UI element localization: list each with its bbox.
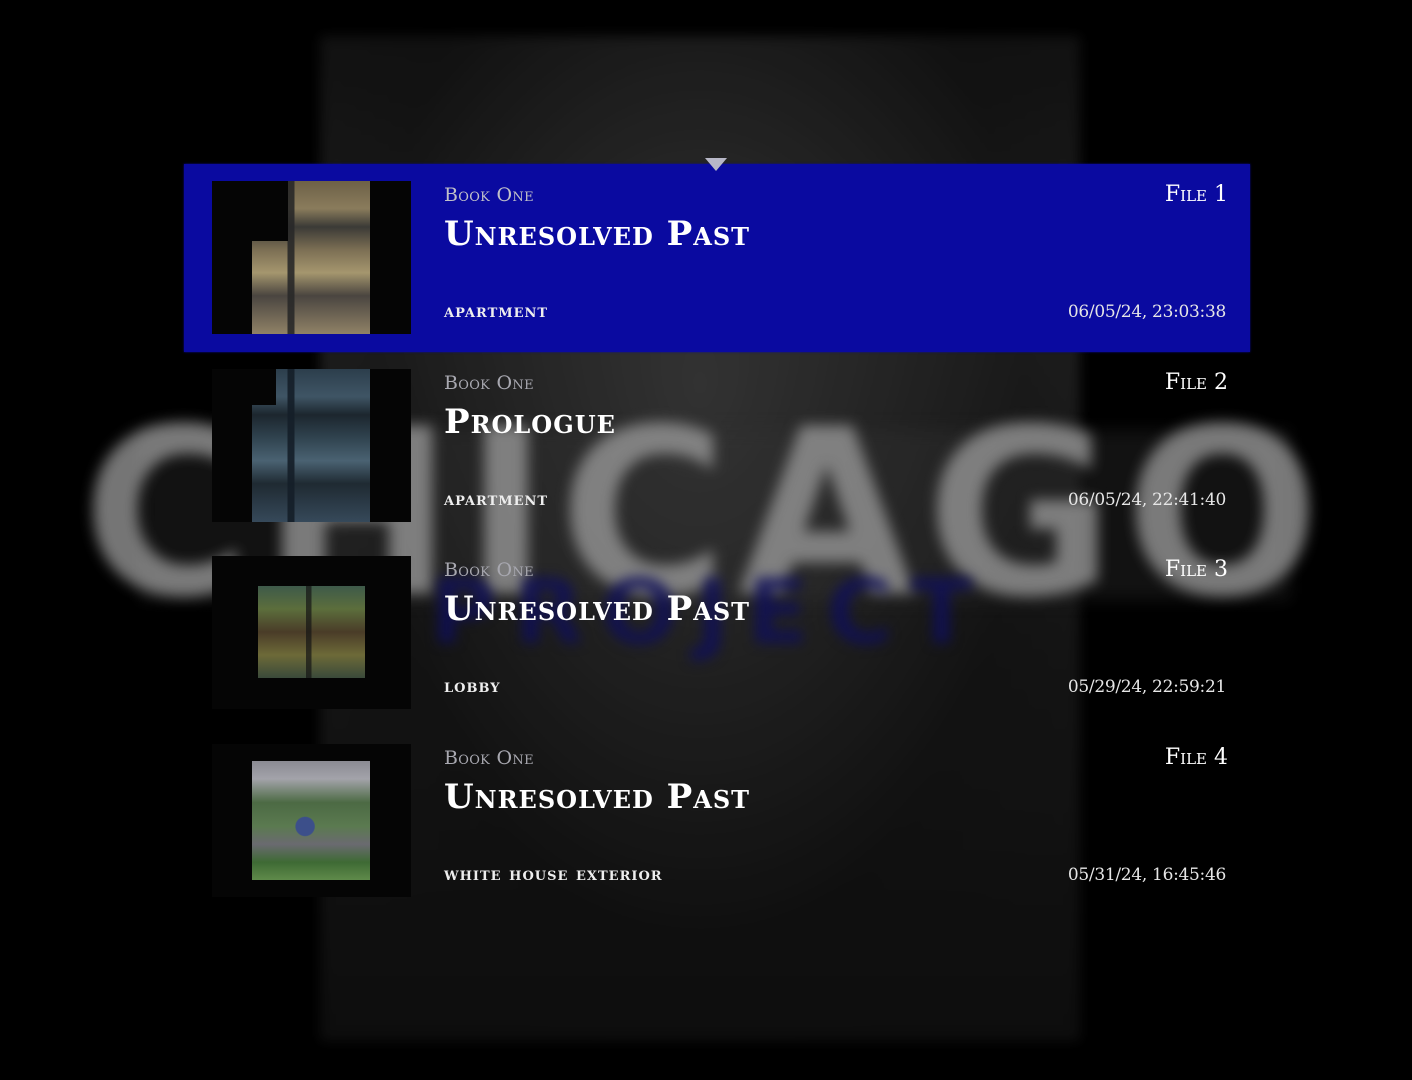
save-slot-3[interactable]: Book One Unresolved Past LOBBY File 3 05…: [184, 539, 1250, 727]
file-number: File 4: [1164, 744, 1228, 770]
location-label: WHITE HOUSE EXTERIOR: [444, 862, 663, 885]
chapter-title: Unresolved Past: [444, 214, 751, 254]
save-thumbnail: [212, 743, 411, 897]
location-label: LOBBY: [444, 675, 501, 697]
save-load-screen: CHICAGO PROJECT Book One Unresolved Past…: [0, 0, 1412, 1080]
save-slot-1[interactable]: Book One Unresolved Past APARTMENT File …: [184, 164, 1250, 352]
file-number: File 3: [1164, 557, 1228, 582]
save-timestamp: 05/31/24, 16:45:46: [1067, 864, 1226, 885]
book-label: Book One: [444, 371, 534, 394]
file-number: File 1: [1164, 182, 1228, 207]
save-timestamp: 06/05/24, 23:03:38: [1067, 302, 1226, 322]
chapter-title: Unresolved Past: [444, 776, 751, 817]
chapter-title: Unresolved Past: [444, 589, 751, 629]
book-label: Book One: [444, 746, 534, 769]
save-file-list: Book One Unresolved Past APARTMENT File …: [184, 164, 1250, 914]
save-thumbnail: [212, 368, 411, 522]
book-label: Book One: [444, 559, 534, 581]
book-label: Book One: [444, 184, 534, 206]
chapter-title: Prologue: [444, 401, 616, 442]
save-slot-2[interactable]: Book One Prologue APARTMENT File 2 06/05…: [184, 352, 1250, 540]
save-thumbnail: [212, 181, 411, 334]
save-timestamp: 06/05/24, 22:41:40: [1067, 489, 1226, 510]
location-label: APARTMENT: [444, 300, 549, 322]
save-timestamp: 05/29/24, 22:59:21: [1067, 677, 1226, 697]
save-slot-4[interactable]: Book One Unresolved Past WHITE HOUSE EXT…: [184, 727, 1250, 915]
scroll-up-arrow-icon[interactable]: [705, 158, 727, 171]
file-number: File 2: [1164, 369, 1228, 395]
location-label: APARTMENT: [444, 487, 549, 510]
save-thumbnail: [212, 556, 411, 709]
